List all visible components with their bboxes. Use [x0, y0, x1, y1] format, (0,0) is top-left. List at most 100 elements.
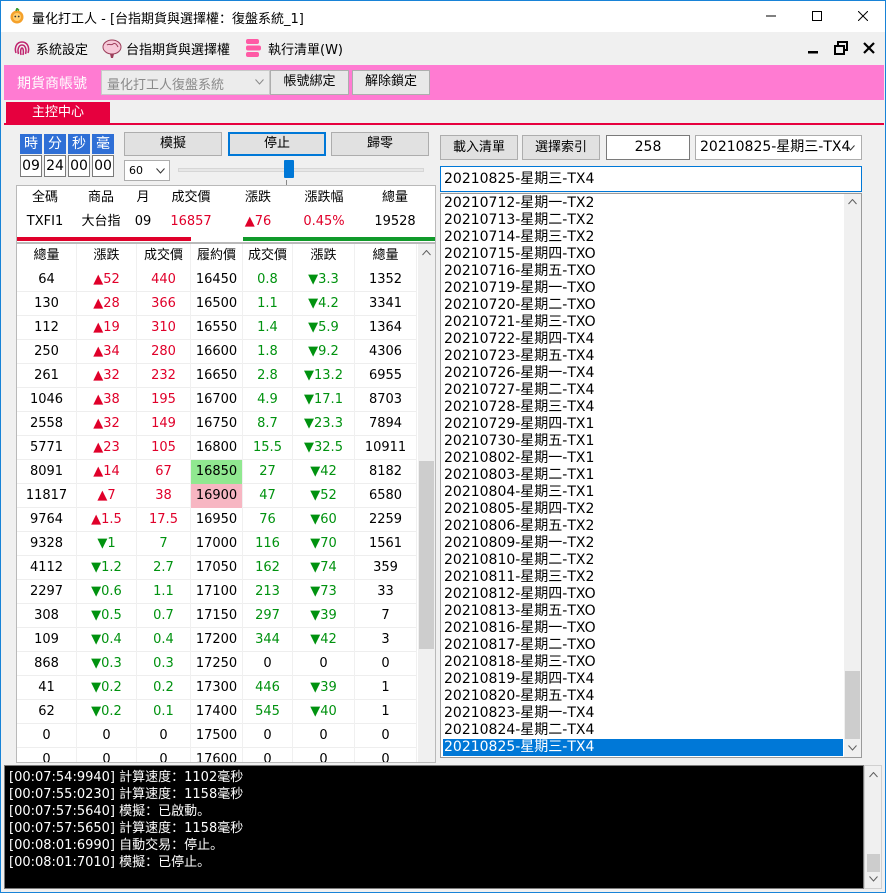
list-item[interactable]: 20210803-星期二-TX1 — [443, 467, 843, 484]
ladder-row[interactable]: 250 ▲34 280 16600 1.8 ▼9.2 4306 — [17, 340, 417, 364]
load-list-button[interactable]: 載入清單 — [440, 135, 518, 160]
ladder-scroll-thumb[interactable] — [419, 461, 434, 649]
list-item[interactable]: 20210720-星期二-TXO — [443, 297, 843, 314]
list-item[interactable]: 20210729-星期四-TX1 — [443, 416, 843, 433]
list-item[interactable]: 20210730-星期五-TX1 — [443, 433, 843, 450]
list-item[interactable]: 20210713-星期二-TX2 — [443, 212, 843, 229]
mdi-minimize-icon[interactable] — [805, 40, 821, 56]
list-item[interactable]: 20210728-星期三-TX4 — [443, 399, 843, 416]
scroll-down-icon[interactable] — [869, 876, 878, 882]
list-item[interactable]: 20210715-星期四-TXO — [443, 246, 843, 263]
stop-button[interactable]: 停止 — [228, 132, 326, 156]
ladder-row[interactable]: 2558 ▲32 149 16750 8.7 ▼23.3 7894 — [17, 412, 417, 436]
list-item[interactable]: 20210825-星期三-TX4 — [443, 739, 843, 756]
menu-label: 系統設定 — [36, 42, 89, 58]
menu-system-settings[interactable]: 系統設定 — [11, 37, 88, 59]
maximize-button[interactable] — [794, 1, 840, 31]
ladder-row[interactable]: 0 0 0 17500 0 0 0 — [17, 724, 417, 748]
list-item[interactable]: 20210716-星期五-TXO — [443, 263, 843, 280]
list-item[interactable]: 20210824-星期二-TX4 — [443, 722, 843, 739]
list-scrollbar[interactable] — [844, 194, 861, 757]
strike-price: 16600 — [191, 340, 243, 364]
call-change: ▲32 — [77, 412, 137, 436]
list-item[interactable]: 20210812-星期四-TXO — [443, 586, 843, 603]
unlock-button[interactable]: 解除鎖定 — [352, 70, 430, 95]
ladder-row[interactable]: 1046 ▲38 195 16700 4.9 ▼17.1 8703 — [17, 388, 417, 412]
select-index-button[interactable]: 選擇索引 — [522, 135, 600, 160]
list-item[interactable]: 20210823-星期一-TX4 — [443, 705, 843, 722]
ladder-row[interactable]: 112 ▲19 310 16550 1.4 ▼5.9 1364 — [17, 316, 417, 340]
list-scroll-thumb[interactable] — [845, 671, 860, 739]
list-item[interactable]: 20210809-星期一-TX2 — [443, 535, 843, 552]
ladder-row[interactable]: 41 ▼0.2 0.2 17300 446 ▼39 1 — [17, 676, 417, 700]
ladder-row[interactable]: 130 ▲28 366 16500 1.1 ▼4.2 3341 — [17, 292, 417, 316]
quote-value-row[interactable]: TXFI1 大台指 09 16857 ▲76 0.45% 19528 — [17, 210, 435, 234]
ladder-row[interactable]: 308 ▼0.5 0.7 17150 297 ▼39 7 — [17, 604, 417, 628]
list-item[interactable]: 20210806-星期五-TX2 — [443, 518, 843, 535]
list-item[interactable]: 20210802-星期一-TX1 — [443, 450, 843, 467]
ladder-row[interactable]: 0 0 0 17600 0 0 0 — [17, 748, 417, 762]
call-price: 17.5 — [137, 508, 191, 532]
ladder-row[interactable]: 9764 ▲1.5 17.5 16950 76 ▼60 2259 — [17, 508, 417, 532]
scroll-down-icon[interactable] — [848, 745, 857, 751]
log-scroll-thumb[interactable] — [867, 854, 880, 872]
list-item[interactable]: 20210813-星期五-TXO — [443, 603, 843, 620]
ladder-row[interactable]: 109 ▼0.4 0.4 17200 344 ▼42 3 — [17, 628, 417, 652]
strike-price: 16850 — [191, 460, 243, 484]
list-item[interactable]: 20210810-星期二-TX2 — [443, 552, 843, 569]
list-item[interactable]: 20210722-星期四-TX4 — [443, 331, 843, 348]
close-button[interactable] — [840, 1, 886, 31]
strike-price: 16950 — [191, 508, 243, 532]
minimize-button[interactable] — [748, 1, 794, 31]
call-price: 7 — [137, 532, 191, 556]
strike-price: 17400 — [191, 700, 243, 724]
index-input[interactable]: 258 — [606, 135, 690, 160]
list-item[interactable]: 20210818-星期三-TXO — [443, 654, 843, 671]
ladder-row[interactable]: 261 ▲32 232 16650 2.8 ▼13.2 6955 — [17, 364, 417, 388]
ladder-row[interactable]: 4112 ▼1.2 2.7 17050 162 ▼74 359 — [17, 556, 417, 580]
simulate-button[interactable]: 模擬 — [124, 132, 222, 156]
reset-button[interactable]: 歸零 — [331, 132, 429, 156]
scroll-up-icon[interactable] — [422, 250, 431, 256]
date-select[interactable]: 20210825-星期三-TX4 — [695, 135, 862, 160]
list-item[interactable]: 20210805-星期四-TX2 — [443, 501, 843, 518]
list-item[interactable]: 20210817-星期二-TXO — [443, 637, 843, 654]
call-change: ▲1.5 — [77, 508, 137, 532]
scroll-up-icon[interactable] — [848, 199, 857, 205]
ladder-row[interactable]: 2297 ▼0.6 1.1 17100 213 ▼73 33 — [17, 580, 417, 604]
list-item[interactable]: 20210804-星期三-TX1 — [443, 484, 843, 501]
list-item[interactable]: 20210811-星期三-TX2 — [443, 569, 843, 586]
put-change: ▼52 — [293, 484, 355, 508]
tab-control-center[interactable]: 主控中心 — [6, 102, 110, 124]
list-item[interactable]: 20210712-星期一-TX2 — [443, 195, 843, 212]
menu-taifex-futures-options[interactable]: 台指期貨與選擇權 — [101, 37, 230, 59]
scroll-up-icon[interactable] — [869, 772, 878, 778]
list-item[interactable]: 20210719-星期一-TXO — [443, 280, 843, 297]
mdi-close-icon[interactable] — [861, 40, 877, 56]
current-date-field[interactable]: 20210825-星期三-TX4 — [440, 166, 862, 192]
ladder-row[interactable]: 9328 ▼1 7 17000 116 ▼70 1561 — [17, 532, 417, 556]
list-item[interactable]: 20210723-星期五-TX4 — [443, 348, 843, 365]
list-item[interactable]: 20210721-星期三-TXO — [443, 314, 843, 331]
speed-slider-thumb[interactable] — [284, 160, 294, 178]
ladder-row[interactable]: 8091 ▲14 67 16850 27 ▼42 8182 — [17, 460, 417, 484]
ladder-row[interactable]: 11817 ▲7 38 16900 47 ▼52 6580 — [17, 484, 417, 508]
list-item[interactable]: 20210714-星期三-TX2 — [443, 229, 843, 246]
ladder-scrollbar[interactable] — [418, 244, 435, 762]
ladder-row[interactable]: 5771 ▲23 105 16800 15.5 ▼32.5 10911 — [17, 436, 417, 460]
list-item[interactable]: 20210727-星期二-TX4 — [443, 382, 843, 399]
account-select[interactable]: 量化打工人復盤系統 — [101, 70, 270, 95]
menu-execution-list[interactable]: 執行清單(W) — [243, 37, 343, 59]
ladder-row[interactable]: 868 ▼0.3 0.3 17250 0 0 0 — [17, 652, 417, 676]
mdi-restore-icon[interactable] — [833, 40, 849, 56]
account-bind-button[interactable]: 帳號綁定 — [270, 70, 349, 95]
ladder-row[interactable]: 62 ▼0.2 0.1 17400 545 ▼40 1 — [17, 700, 417, 724]
list-item[interactable]: 20210819-星期四-TX4 — [443, 671, 843, 688]
log-scrollbar[interactable] — [864, 765, 882, 889]
speed-slider-track[interactable] — [178, 168, 424, 172]
list-item[interactable]: 20210820-星期五-TX4 — [443, 688, 843, 705]
speed-select[interactable]: 60 — [124, 160, 170, 181]
list-item[interactable]: 20210726-星期一-TX4 — [443, 365, 843, 382]
list-item[interactable]: 20210816-星期一-TXO — [443, 620, 843, 637]
ladder-row[interactable]: 64 ▲52 440 16450 0.8 ▼3.3 1352 — [17, 268, 417, 292]
